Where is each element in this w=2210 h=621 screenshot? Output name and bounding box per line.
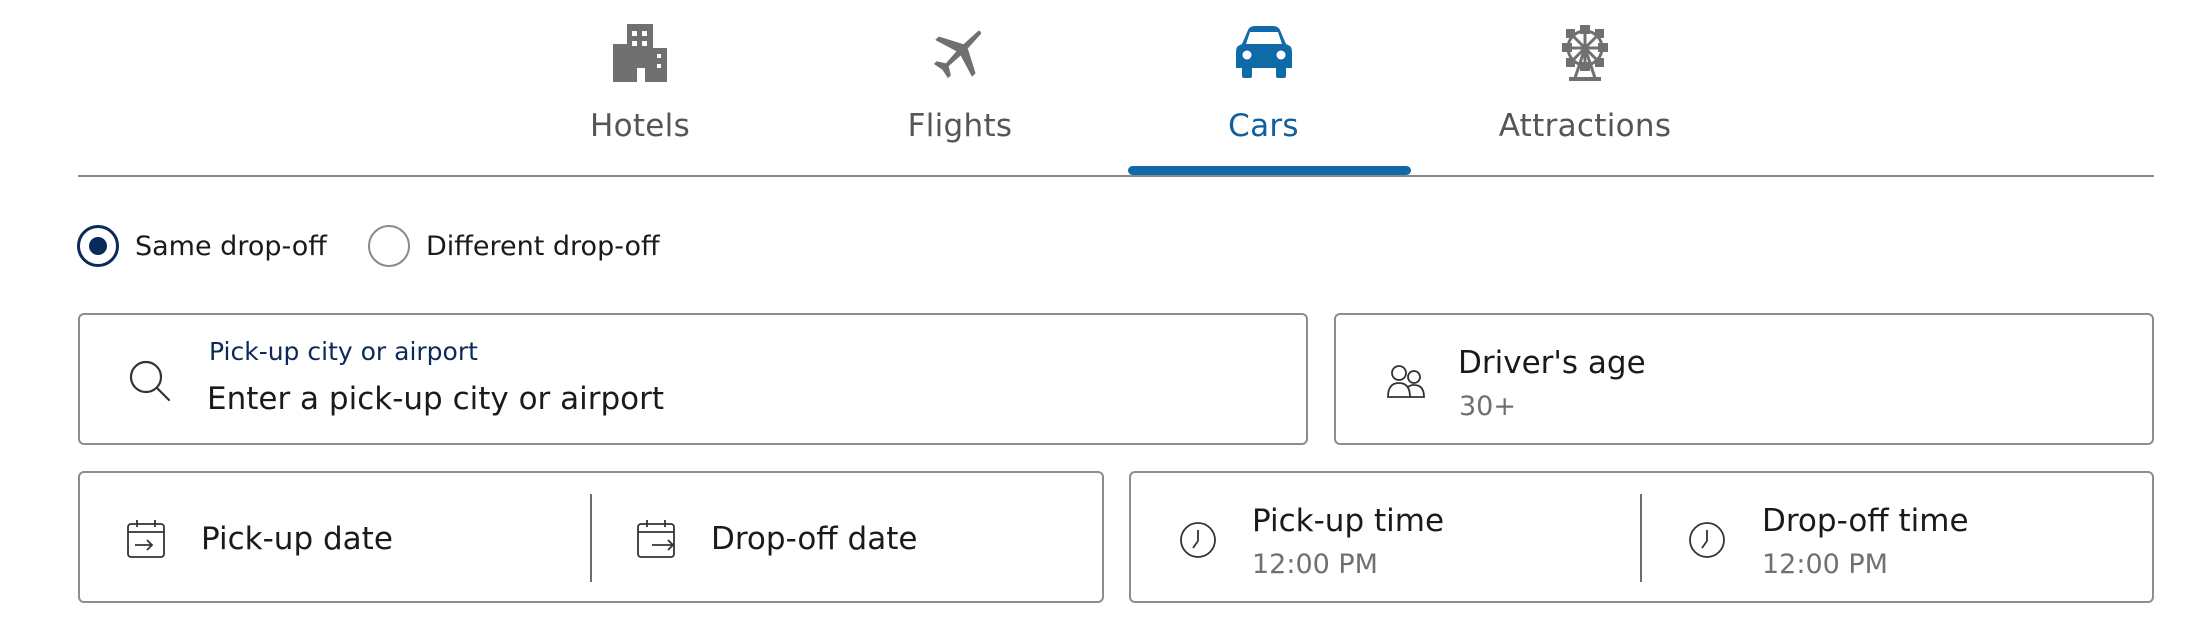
dropoff-time-label: Drop-off time	[1762, 503, 1969, 539]
tab-label: Cars	[1228, 108, 1299, 144]
dropoff-date-field[interactable]: Drop-off date	[592, 473, 1102, 601]
drivers-age-field[interactable]: Driver's age 30+	[1334, 313, 2154, 445]
tab-hotels[interactable]: Hotels	[560, 0, 720, 175]
radio-unselected-icon	[368, 225, 410, 267]
pickup-time-value: 12:00 PM	[1252, 549, 1378, 580]
car-icon	[1234, 22, 1294, 82]
dropoff-time-value: 12:00 PM	[1762, 549, 1888, 580]
ferris-wheel-icon	[1555, 22, 1615, 82]
times-field-group: Pick-up time 12:00 PM Drop-off time 12:0…	[1129, 471, 2154, 603]
search-icon	[129, 360, 171, 402]
active-tab-indicator	[1128, 166, 1411, 175]
same-dropoff-radio[interactable]: Same drop-off	[77, 225, 327, 267]
pickup-date-label: Pick-up date	[201, 521, 393, 557]
tab-label: Hotels	[589, 108, 691, 144]
people-icon	[1387, 365, 1425, 398]
airplane-icon	[930, 22, 990, 82]
pickup-date-field[interactable]: Pick-up date	[80, 473, 590, 601]
pickup-location-input[interactable]: Enter a pick-up city or airport	[207, 381, 664, 417]
calendar-out-icon	[637, 520, 675, 558]
different-dropoff-radio[interactable]: Different drop-off	[368, 225, 660, 267]
same-dropoff-label: Same drop-off	[135, 230, 327, 262]
tab-flights[interactable]: Flights	[880, 0, 1040, 175]
tab-label: Attractions	[1498, 108, 1672, 144]
dropoff-date-label: Drop-off date	[711, 521, 918, 557]
pickup-location-field[interactable]: Pick-up city or airport Enter a pick-up …	[78, 313, 1308, 445]
calendar-in-icon	[127, 520, 165, 558]
drivers-age-value: 30+	[1459, 391, 1516, 422]
drivers-age-label: Driver's age	[1458, 345, 1646, 381]
dates-field-group: Pick-up date Drop-off date	[78, 471, 1104, 603]
tab-label: Flights	[907, 108, 1013, 144]
tabs-divider	[78, 175, 2154, 177]
dropoff-time-field[interactable]: Drop-off time 12:00 PM	[1642, 473, 2152, 601]
radio-selected-icon	[77, 225, 119, 267]
different-dropoff-label: Different drop-off	[426, 230, 660, 262]
tab-cars[interactable]: Cars	[1121, 0, 1406, 175]
hotel-building-icon	[610, 22, 670, 82]
pickup-time-field[interactable]: Pick-up time 12:00 PM	[1131, 473, 1640, 601]
tab-attractions[interactable]: Attractions	[1480, 0, 1690, 175]
clock-icon	[1180, 522, 1216, 558]
clock-icon	[1689, 522, 1725, 558]
pickup-location-label: Pick-up city or airport	[209, 337, 478, 366]
pickup-time-label: Pick-up time	[1252, 503, 1445, 539]
